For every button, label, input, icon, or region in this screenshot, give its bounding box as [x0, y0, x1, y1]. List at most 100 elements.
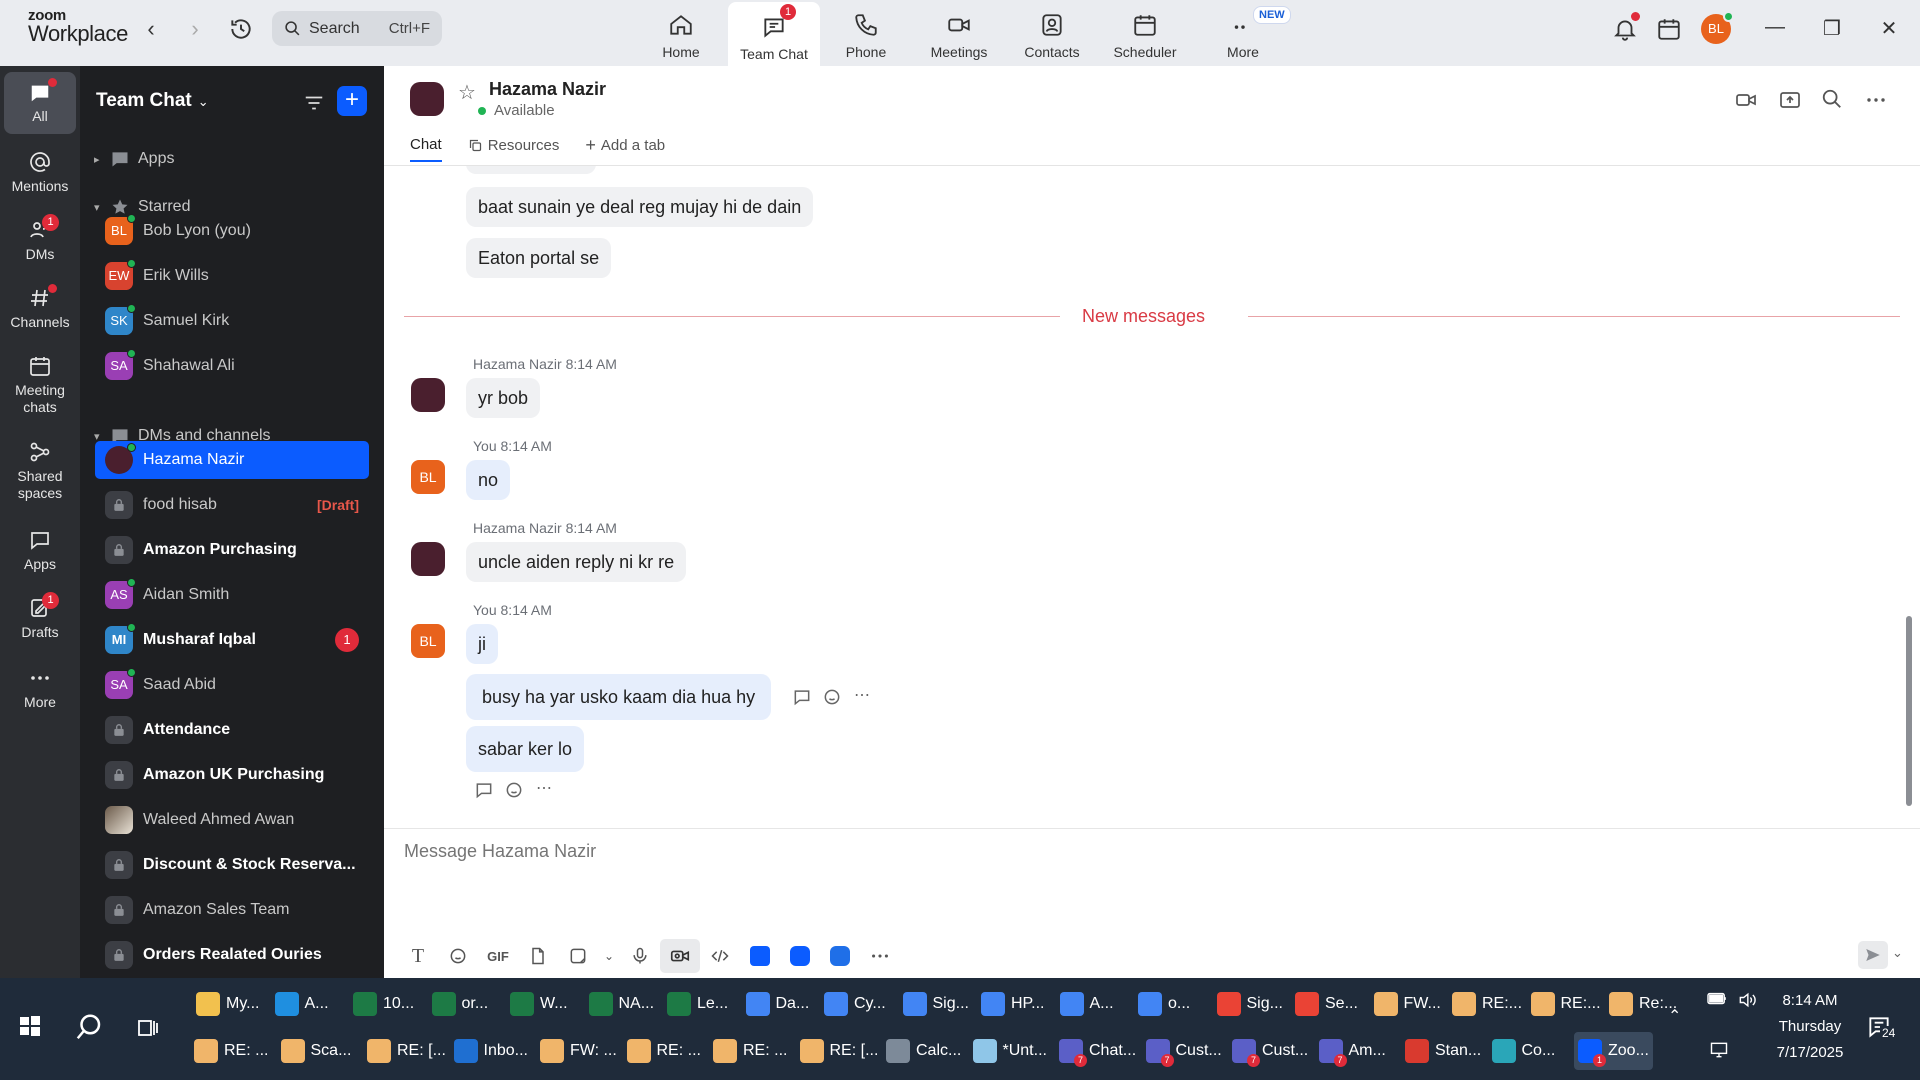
tab-more[interactable]: NEW More	[1197, 0, 1291, 66]
taskbar-app-button[interactable]: RE: ...	[623, 1032, 705, 1070]
taskbar-app-button[interactable]: A...	[271, 985, 333, 1023]
sender-avatar[interactable]: BL	[411, 460, 445, 494]
taskbar-app-button[interactable]: 7 Cust...	[1142, 1032, 1226, 1070]
send-icon[interactable]	[1858, 941, 1888, 969]
reply-thread-icon[interactable]	[792, 687, 812, 712]
minimize-button[interactable]: —	[1763, 16, 1787, 39]
taskbar-app-button[interactable]: 10...	[349, 985, 418, 1023]
screenshot-icon[interactable]	[558, 939, 598, 973]
taskbar-app-button[interactable]: Sca...	[277, 1032, 356, 1070]
add-reaction-icon[interactable]	[504, 780, 524, 805]
tab-resources[interactable]: Resources	[468, 136, 559, 162]
chevron-down-icon[interactable]: ⌄	[598, 939, 620, 973]
search-bar[interactable]: Search Ctrl+F	[272, 11, 442, 46]
chevron-up-icon[interactable]: ⌃	[1668, 1006, 1681, 1026]
filter-icon[interactable]	[303, 92, 325, 119]
history-icon[interactable]	[228, 16, 254, 47]
task-view-icon[interactable]	[136, 1016, 160, 1045]
battery-icon[interactable]	[1706, 990, 1728, 1013]
share-screen-icon[interactable]	[1778, 88, 1802, 117]
file-icon[interactable]	[518, 939, 558, 973]
taskbar-app-button[interactable]: Inbo...	[450, 1032, 532, 1070]
network-icon[interactable]	[1708, 1040, 1730, 1065]
taskbar-app-button[interactable]: RE: ...	[709, 1032, 791, 1070]
message-bubble[interactable]: Eaton portal se	[466, 238, 612, 278]
taskbar-app-button[interactable]: Se...	[1291, 985, 1362, 1023]
dm-item[interactable]: AS Aidan Smith	[95, 576, 369, 614]
rail-all[interactable]: All	[4, 72, 76, 134]
taskbar-app-button[interactable]: 7 Am...	[1315, 1032, 1390, 1070]
dm-item[interactable]: SA Saad Abid	[95, 666, 369, 704]
taskbar-app-button[interactable]: NA...	[585, 985, 659, 1023]
rail-dms[interactable]: DMs 1	[4, 214, 76, 272]
message-more-icon[interactable]: ⋯	[536, 778, 552, 798]
tab-scheduler[interactable]: Scheduler	[1099, 0, 1191, 66]
more-options-icon[interactable]	[1864, 88, 1888, 117]
channel-item[interactable]: Amazon Sales Team	[95, 891, 369, 929]
taskbar-app-button[interactable]: Co...	[1488, 1032, 1560, 1070]
message-bubble[interactable]: ji	[466, 624, 498, 664]
dm-item[interactable]: Waleed Ahmed Awan	[95, 801, 369, 839]
sender-avatar[interactable]	[411, 542, 445, 576]
taskbar-app-button[interactable]: FW...	[1370, 985, 1445, 1023]
taskbar-app-button[interactable]: RE: ...	[190, 1032, 272, 1070]
channel-item[interactable]: food hisab [Draft]	[95, 486, 369, 524]
taskbar-app-button[interactable]: Calc...	[882, 1032, 965, 1070]
sidebar-title[interactable]: Team Chat ⌄	[96, 90, 209, 112]
tab-home[interactable]: Home	[635, 0, 727, 66]
sender-avatar[interactable]: BL	[411, 624, 445, 658]
tab-meetings[interactable]: Meetings	[913, 0, 1005, 66]
video-call-icon[interactable]	[1734, 88, 1758, 117]
rail-more[interactable]: More	[4, 662, 76, 720]
taskbar-app-button[interactable]: Sig...	[1213, 985, 1287, 1023]
tab-add[interactable]: + Add a tab	[585, 136, 665, 162]
message-bubble[interactable]: no	[466, 460, 511, 500]
tab-team-chat[interactable]: 1 Team Chat	[728, 2, 820, 66]
calendar-status-icon[interactable]	[1656, 16, 1682, 47]
restore-button[interactable]: ❐	[1820, 16, 1844, 41]
taskbar-search-icon[interactable]	[74, 1012, 104, 1047]
section-apps[interactable]: ▸ Apps	[94, 149, 174, 169]
taskbar-app-button[interactable]: o...	[1134, 985, 1194, 1023]
notification-center-icon[interactable]: 24	[1866, 1014, 1898, 1045]
code-snippet-icon[interactable]	[700, 939, 740, 973]
new-chat-button[interactable]: +	[337, 86, 367, 116]
channel-item[interactable]: Amazon UK Purchasing	[95, 756, 369, 794]
rail-shared-spaces[interactable]: Shared spaces	[4, 436, 76, 512]
close-window-button[interactable]: ✕	[1877, 16, 1901, 41]
starred-item[interactable]: SK Samuel Kirk	[95, 302, 369, 340]
contact-avatar[interactable]	[410, 82, 444, 116]
taskbar-app-button[interactable]: 1 Zoo...	[1574, 1032, 1653, 1070]
taskbar-app-button[interactable]: W...	[506, 985, 572, 1023]
notification-bell-icon[interactable]	[1612, 12, 1640, 47]
rail-apps[interactable]: Apps	[4, 524, 76, 582]
message-bubble[interactable]: baat sunain ye deal reg mujay hi de dain	[466, 187, 814, 227]
rail-mentions[interactable]: Mentions	[4, 146, 76, 204]
taskbar-app-button[interactable]: Da...	[742, 985, 814, 1023]
message-bubble[interactable]: busy ha yar usko kaam dia hua hy	[466, 674, 772, 720]
app-blue-chat-icon[interactable]	[820, 939, 860, 973]
message-input[interactable]	[404, 841, 1804, 862]
taskbar-app-button[interactable]: or...	[428, 985, 493, 1023]
taskbar-app-button[interactable]: RE:...	[1527, 985, 1605, 1023]
starred-item[interactable]: BL Bob Lyon (you)	[95, 212, 369, 250]
taskbar-app-button[interactable]: *Unt...	[969, 1032, 1051, 1070]
add-reaction-icon[interactable]	[822, 687, 842, 712]
taskbar-app-button[interactable]: A...	[1056, 985, 1118, 1023]
tab-chat[interactable]: Chat	[410, 136, 442, 162]
channel-item[interactable]: Amazon Purchasing	[95, 531, 369, 569]
message-scrollbar[interactable]	[1906, 616, 1912, 806]
user-avatar[interactable]: BL	[1701, 11, 1734, 44]
message-bubble[interactable]: uncle aiden reply ni kr re	[466, 542, 687, 582]
message-more-icon[interactable]: ⋯	[854, 685, 870, 705]
rail-channels[interactable]: Channels	[4, 282, 76, 340]
taskbar-app-button[interactable]: Stan...	[1401, 1032, 1485, 1070]
app-blue-doc-icon[interactable]	[740, 939, 780, 973]
message-bubble[interactable]: sabar ker lo	[466, 726, 585, 772]
taskbar-app-button[interactable]: RE: [...	[796, 1032, 883, 1070]
format-text-icon[interactable]: T	[398, 939, 438, 973]
dm-item[interactable]: MI Musharaf Iqbal 1	[95, 621, 369, 659]
search-chat-icon[interactable]	[1821, 88, 1843, 115]
rail-drafts[interactable]: Drafts 1	[4, 592, 76, 650]
taskbar-app-button[interactable]: My...	[192, 985, 263, 1023]
